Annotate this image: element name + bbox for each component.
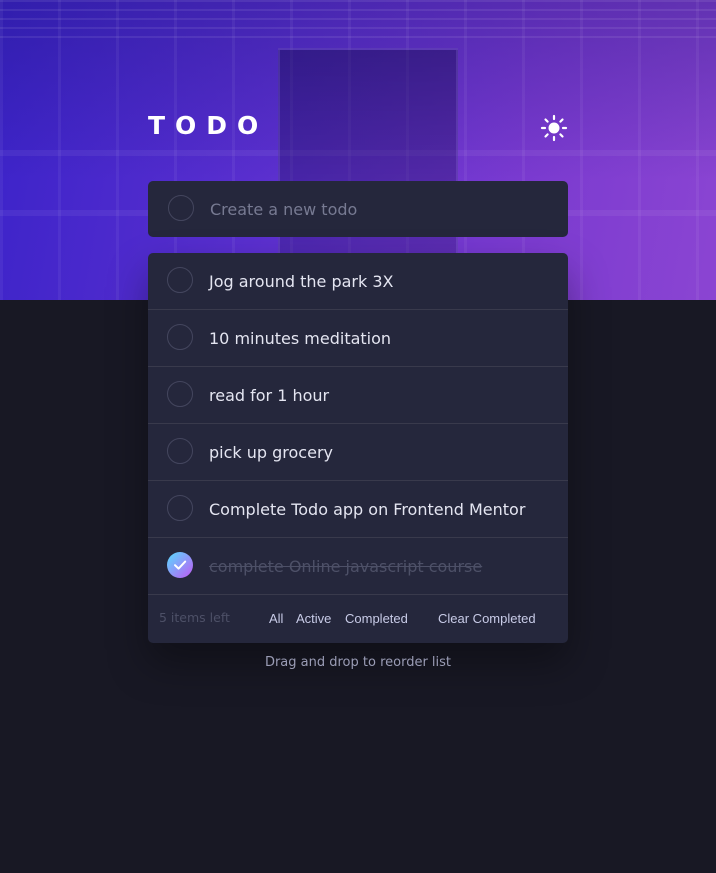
todo-item[interactable]: read for 1 hour — [148, 367, 568, 424]
todo-checkbox[interactable] — [167, 267, 193, 293]
todo-item[interactable]: pick up grocery — [148, 424, 568, 481]
filter-all[interactable]: All — [269, 611, 283, 626]
app-title: TODO — [148, 111, 269, 140]
todo-checkbox-checked[interactable] — [167, 552, 193, 578]
todo-checkbox[interactable] — [167, 324, 193, 350]
todo-label: Jog around the park 3X — [209, 272, 394, 291]
new-todo-circle-icon — [168, 195, 194, 221]
todo-item[interactable]: Complete Todo app on Frontend Mentor — [148, 481, 568, 538]
filter-completed[interactable]: Completed — [345, 611, 408, 626]
clear-completed-button[interactable]: Clear Completed — [438, 611, 536, 626]
filter-active[interactable]: Active — [296, 611, 331, 626]
new-todo-card — [148, 181, 568, 237]
todo-label: read for 1 hour — [209, 386, 330, 405]
todo-checkbox[interactable] — [167, 381, 193, 407]
todo-label: 10 minutes meditation — [209, 329, 392, 348]
new-todo-input[interactable] — [210, 194, 550, 224]
hero-ceiling — [0, 0, 716, 40]
todo-label: pick up grocery — [209, 443, 333, 462]
todo-checkbox[interactable] — [167, 438, 193, 464]
items-left-count: 5 items left — [159, 610, 230, 625]
app-header: TODO — [148, 108, 568, 148]
todo-item[interactable]: Jog around the park 3X — [148, 253, 568, 310]
todo-list: Jog around the park 3X 10 minutes medita… — [148, 253, 568, 643]
theme-toggle-button[interactable] — [540, 114, 568, 142]
todo-label: complete Online javascript course — [209, 557, 483, 576]
drag-hint: Drag and drop to reorder list — [264, 655, 452, 670]
todo-footer: 5 items left All Active Completed Clear … — [148, 595, 568, 643]
todo-item-completed[interactable]: complete Online javascript course — [148, 538, 568, 595]
check-icon — [174, 560, 187, 570]
todo-checkbox[interactable] — [167, 495, 193, 521]
sun-icon — [540, 114, 568, 142]
todo-item[interactable]: 10 minutes meditation — [148, 310, 568, 367]
todo-label: Complete Todo app on Frontend Mentor — [209, 500, 526, 519]
